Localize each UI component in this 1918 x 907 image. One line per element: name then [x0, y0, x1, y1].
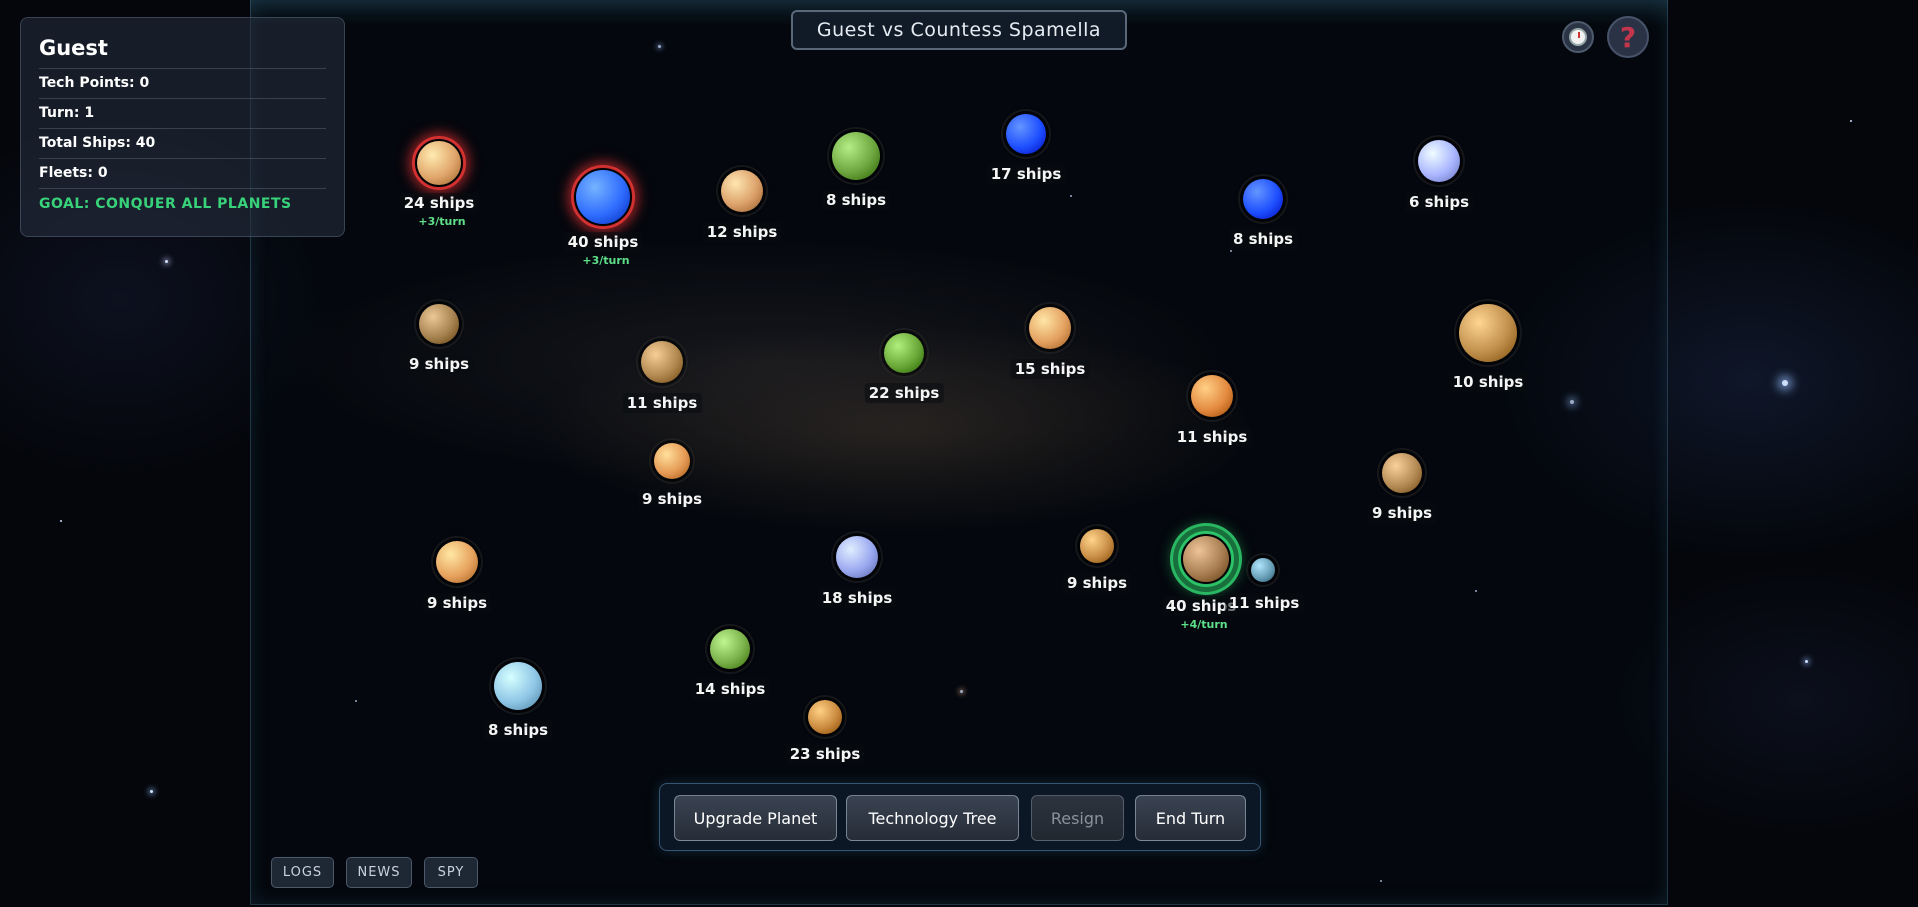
news-button[interactable]: NEWS: [346, 857, 412, 888]
resign-button[interactable]: Resign: [1031, 795, 1124, 841]
planet[interactable]: [654, 443, 690, 479]
planet[interactable]: [641, 341, 683, 383]
planet[interactable]: [1418, 140, 1460, 182]
planet-ship-count: 6 ships: [1404, 192, 1474, 212]
tech-points: Tech Points: 0: [39, 68, 326, 98]
planet[interactable]: [436, 541, 478, 583]
planet[interactable]: [1243, 179, 1283, 219]
help-button[interactable]: ?: [1607, 16, 1649, 58]
planet[interactable]: [1080, 529, 1114, 563]
planet-production: +4/turn: [1180, 618, 1228, 631]
planet[interactable]: [419, 304, 459, 344]
planet-production: +3/turn: [418, 215, 466, 228]
planet[interactable]: [494, 662, 542, 710]
planet[interactable]: [1006, 114, 1046, 154]
turn-counter: Turn: 1: [39, 98, 326, 128]
enemy-planet[interactable]: [417, 141, 461, 185]
planet-ship-count: 11 ships: [622, 393, 702, 413]
planet-ship-count: 14 ships: [690, 679, 770, 699]
player-info-panel: Guest Tech Points: 0 Turn: 1 Total Ships…: [20, 17, 345, 237]
planet[interactable]: [1251, 558, 1275, 582]
game-board[interactable]: [250, 0, 1668, 905]
clock-button[interactable]: [1562, 21, 1594, 53]
planet[interactable]: [808, 700, 842, 734]
planet-ship-count: 9 ships: [1062, 573, 1132, 593]
planet-ship-count: 24 ships: [399, 193, 479, 213]
planet[interactable]: [832, 132, 880, 180]
planet-ship-count: 22 ships: [864, 383, 944, 403]
goal-text: GOAL: CONQUER ALL PLANETS: [39, 188, 326, 212]
planet-ship-count: 8 ships: [483, 720, 553, 740]
upgrade-planet-button[interactable]: Upgrade Planet: [674, 795, 837, 841]
planet-production: +3/turn: [582, 254, 630, 267]
star: [1805, 660, 1808, 663]
planet-ship-count: 11 ships: [1224, 593, 1304, 613]
planet-ship-count: 9 ships: [422, 593, 492, 613]
match-title: Guest vs Countess Spamella: [791, 10, 1127, 50]
question-mark-icon: ?: [1619, 20, 1637, 54]
star: [1850, 120, 1852, 122]
fleet-count: Fleets: 0: [39, 158, 326, 188]
planet[interactable]: [1029, 307, 1071, 349]
planet-ship-count: 9 ships: [1367, 503, 1437, 523]
planet-ship-count: 17 ships: [986, 164, 1066, 184]
technology-tree-button[interactable]: Technology Tree: [846, 795, 1019, 841]
planet-ship-count: 18 ships: [817, 588, 897, 608]
planet[interactable]: [721, 170, 763, 212]
planet-ship-count: 9 ships: [637, 489, 707, 509]
total-ships: Total Ships: 40: [39, 128, 326, 158]
home-planet[interactable]: [1183, 536, 1229, 582]
player-name: Guest: [39, 36, 108, 60]
star: [60, 520, 62, 522]
planet-ship-count: 15 ships: [1010, 359, 1090, 379]
planet[interactable]: [836, 536, 878, 578]
planet-ship-count: 10 ships: [1448, 372, 1528, 392]
star: [165, 260, 168, 263]
planet[interactable]: [1459, 304, 1517, 362]
clock-icon: [1569, 28, 1587, 46]
end-turn-button[interactable]: End Turn: [1135, 795, 1246, 841]
planet[interactable]: [710, 629, 750, 669]
star: [1782, 380, 1788, 386]
star: [150, 790, 153, 793]
planet-ship-count: 9 ships: [404, 354, 474, 374]
planet-ship-count: 11 ships: [1172, 427, 1252, 447]
planet[interactable]: [884, 333, 924, 373]
planet[interactable]: [1382, 453, 1422, 493]
logs-button[interactable]: LOGS: [271, 857, 334, 888]
planet-ship-count: 8 ships: [1228, 229, 1298, 249]
planet-ship-count: 8 ships: [821, 190, 891, 210]
planet[interactable]: [1191, 375, 1233, 417]
spy-button[interactable]: SPY: [424, 857, 478, 888]
planet-ship-count: 23 ships: [785, 744, 865, 764]
enemy-planet[interactable]: [576, 170, 630, 224]
planet-ship-count: 12 ships: [702, 222, 782, 242]
planet-ship-count: 40 ships: [563, 232, 643, 252]
